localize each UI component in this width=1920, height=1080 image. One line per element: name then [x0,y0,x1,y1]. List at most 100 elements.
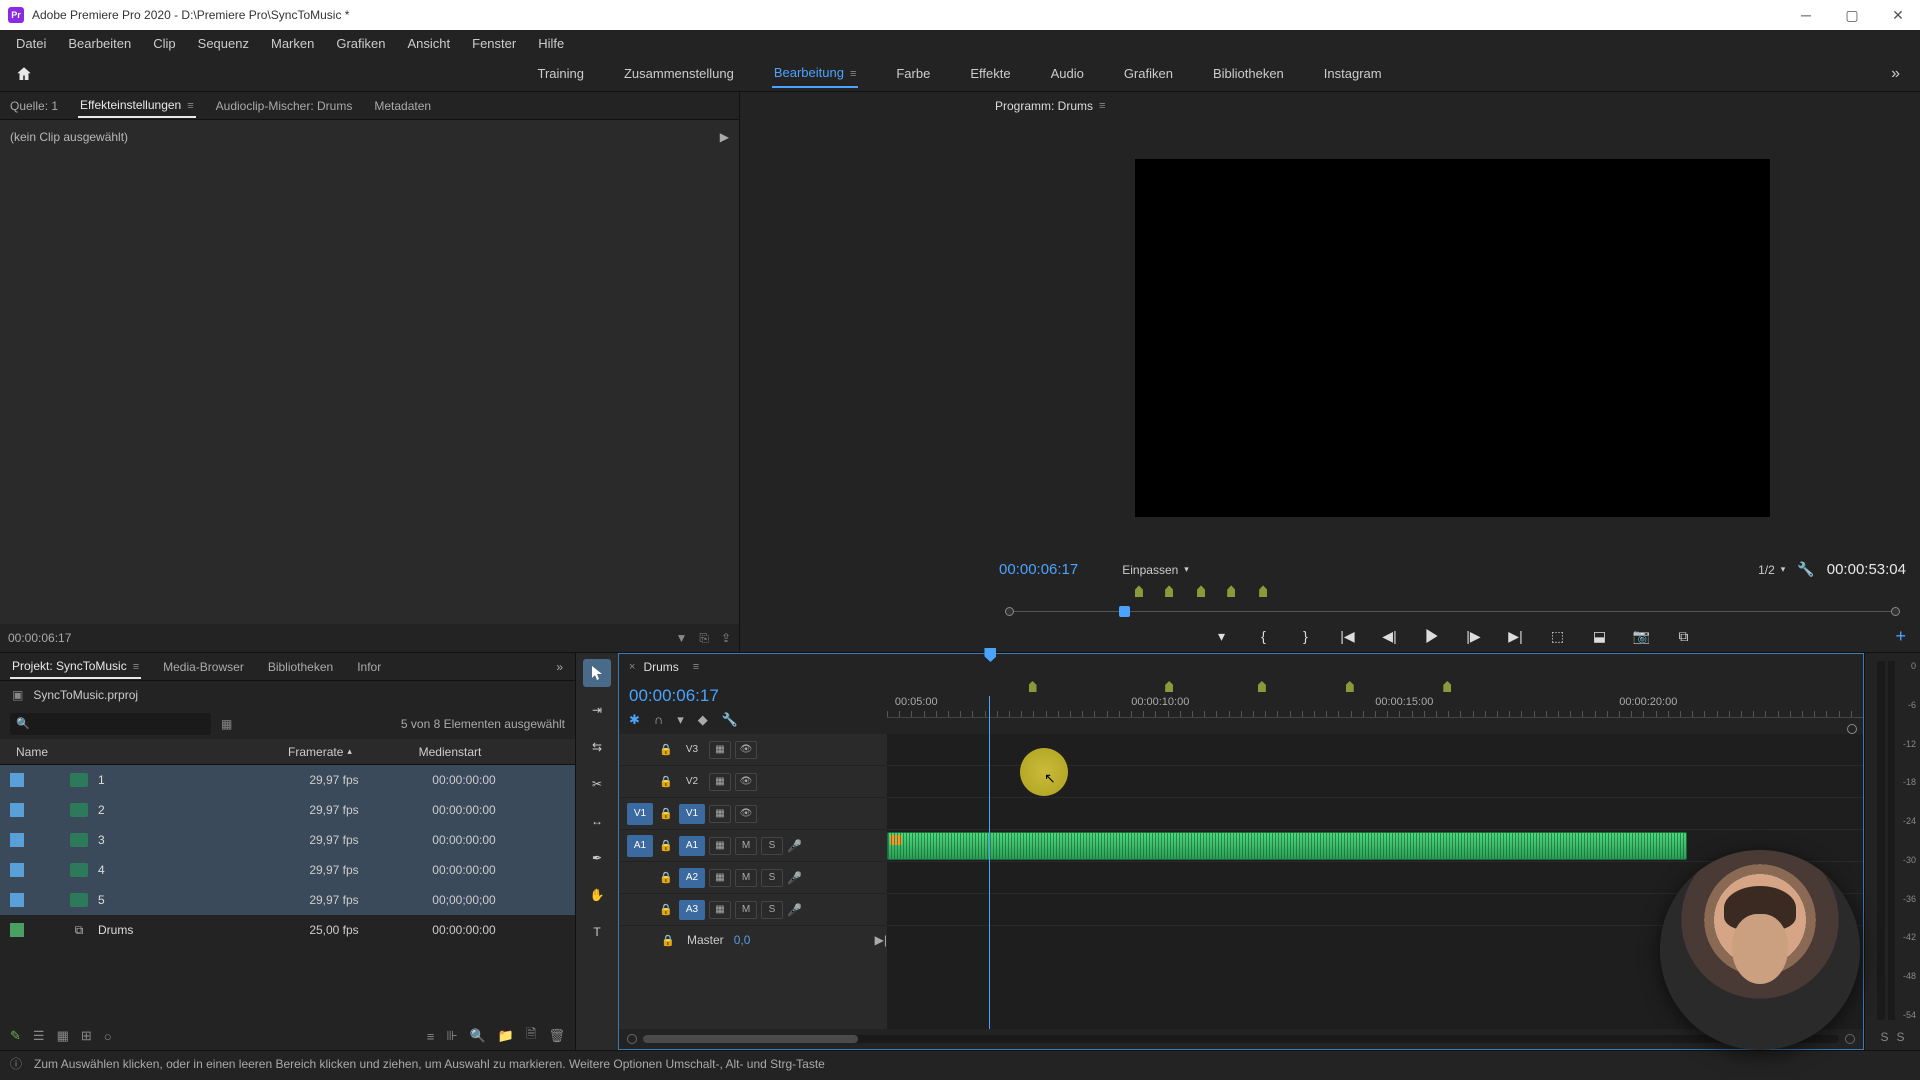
lift-button[interactable]: ⬚ [1547,625,1569,647]
timeline-marker[interactable] [1029,681,1037,692]
audio-track-header[interactable]: 🔒A3▦MS🎤 [619,894,887,926]
project-tab-3[interactable]: Infor [355,656,383,678]
solo-left[interactable]: S [1880,1030,1888,1044]
sync-lock-icon[interactable]: ▦ [709,773,731,791]
linked-selection-icon[interactable]: ∩ [654,712,663,728]
lock-icon[interactable]: 🔒 [659,934,677,947]
play-button[interactable] [1421,625,1443,647]
step-forward-button[interactable]: |▶ [1463,625,1485,647]
comparison-view-button[interactable]: ⧉ [1673,625,1695,647]
label-color-swatch[interactable] [10,833,24,847]
menu-fenster[interactable]: Fenster [462,32,526,55]
lock-icon[interactable]: 🔒 [657,775,675,788]
mark-in-button[interactable]: { [1253,625,1275,647]
workspace-tab-audio[interactable]: Audio [1049,60,1086,87]
export-frame-button[interactable]: 📷 [1631,625,1653,647]
mute-button[interactable]: M [735,837,757,855]
video-track-header[interactable]: 🔒V2▦👁 [619,766,887,798]
timeline-tab-name[interactable]: Drums [643,660,678,674]
voice-over-icon[interactable]: 🎤 [787,871,802,885]
type-tool[interactable]: T [583,918,611,946]
bin-icon[interactable]: ▣ [12,688,23,702]
timeline-marker[interactable] [1443,681,1451,692]
program-scrub-bar[interactable] [1009,603,1896,621]
add-marker-icon[interactable]: ▾ [677,712,684,728]
project-row[interactable]: 529,97 fps00;00;00;00 [0,885,575,915]
track-target[interactable]: A1 [679,836,705,856]
sync-lock-icon[interactable]: ▦ [709,805,731,823]
rw-toggle-icon[interactable]: ✎ [10,1028,21,1044]
snap-icon[interactable]: ✱ [629,712,640,728]
toggle-track-output-icon[interactable]: 👁 [735,805,757,823]
audio-clip[interactable] [887,832,1687,860]
solo-button[interactable]: S [761,901,783,919]
track-target[interactable]: V2 [679,772,705,792]
workspace-tab-zusammenstellung[interactable]: Zusammenstellung [622,60,736,87]
program-viewport[interactable] [1135,159,1770,517]
video-track-lane[interactable] [887,766,1863,798]
source-tab-1[interactable]: Effekteinstellungen≡ [78,94,196,118]
slip-tool[interactable]: ↔ [583,807,611,835]
menu-clip[interactable]: Clip [143,32,185,55]
step-back-button[interactable]: ◀| [1379,625,1401,647]
program-panel-menu-icon[interactable]: ≡ [1099,100,1105,112]
timeline-marker[interactable] [1346,681,1354,692]
timeline-marker[interactable] [1258,681,1266,692]
workspace-menu-icon[interactable]: ≡ [850,68,856,80]
col-name[interactable]: Name [10,745,260,759]
source-tab-menu-icon[interactable]: ≡ [187,100,193,112]
source-patch[interactable] [627,771,653,793]
project-tab-menu-icon[interactable]: ≡ [133,661,139,673]
filter-icon[interactable]: ▼ [675,631,687,645]
project-tabs-overflow[interactable]: » [554,656,565,678]
source-tab-2[interactable]: Audioclip-Mischer: Drums [214,95,355,117]
lock-icon[interactable]: 🔒 [657,903,675,916]
video-track-lane[interactable] [887,734,1863,766]
lock-icon[interactable]: 🔒 [657,871,675,884]
source-patch[interactable]: V1 [627,803,653,825]
extract-button[interactable]: ⬓ [1589,625,1611,647]
home-button[interactable] [0,56,48,91]
source-tab-0[interactable]: Quelle: 1 [8,95,60,117]
program-timecode-left[interactable]: 00:00:06:17 [999,561,1078,578]
video-track-lane[interactable] [887,798,1863,830]
workspace-overflow-button[interactable]: » [1871,65,1920,83]
project-row[interactable]: ⧉Drums25,00 fps00:00:00:00 [0,915,575,945]
zoom-fit-dropdown[interactable]: Einpassen▾ [1122,563,1189,577]
workspace-tab-bearbeitung[interactable]: Bearbeitung≡ [772,59,859,88]
ripple-edit-tool[interactable]: ⇆ [583,733,611,761]
source-patch[interactable] [627,867,653,889]
label-color-swatch[interactable] [10,863,24,877]
source-patch[interactable] [627,899,653,921]
razor-tool[interactable]: ✂ [583,770,611,798]
go-to-out-button[interactable]: ▶| [1505,625,1527,647]
timeline-panel-menu-icon[interactable]: ≡ [693,661,699,673]
hand-tool[interactable]: ✋ [583,881,611,909]
timeline-zoom-scroll[interactable] [619,1029,1863,1049]
button-editor-add[interactable]: + [1895,626,1906,647]
expand-arrow-icon[interactable]: ▶ [720,130,729,144]
solo-right[interactable]: S [1897,1030,1905,1044]
delete-button[interactable]: 🗑 [548,1028,565,1044]
video-track-header[interactable]: 🔒V3▦👁 [619,734,887,766]
program-marker[interactable] [1259,585,1267,597]
program-marker[interactable] [1165,585,1173,597]
lock-icon[interactable]: 🔒 [657,807,675,820]
source-patch[interactable] [627,739,653,761]
project-row[interactable]: 429,97 fps00:00:00:00 [0,855,575,885]
lock-icon[interactable]: 🔒 [657,743,675,756]
mute-button[interactable]: M [735,901,757,919]
mark-out-button[interactable]: } [1295,625,1317,647]
solo-button[interactable]: S [761,869,783,887]
source-patch[interactable]: A1 [627,835,653,857]
workspace-tab-effekte[interactable]: Effekte [968,60,1012,87]
freeform-view-icon[interactable]: ⊞ [81,1028,92,1044]
project-tab-2[interactable]: Bibliotheken [266,656,335,678]
insert-icon[interactable]: ⎘ [699,631,709,646]
add-marker-button[interactable]: ▾ [1211,625,1233,647]
work-area-end-icon[interactable] [1847,724,1857,734]
track-target[interactable]: V3 [679,740,705,760]
menu-ansicht[interactable]: Ansicht [397,32,460,55]
project-row[interactable]: 229,97 fps00:00:00:00 [0,795,575,825]
audio-track-header[interactable]: 🔒A2▦MS🎤 [619,862,887,894]
